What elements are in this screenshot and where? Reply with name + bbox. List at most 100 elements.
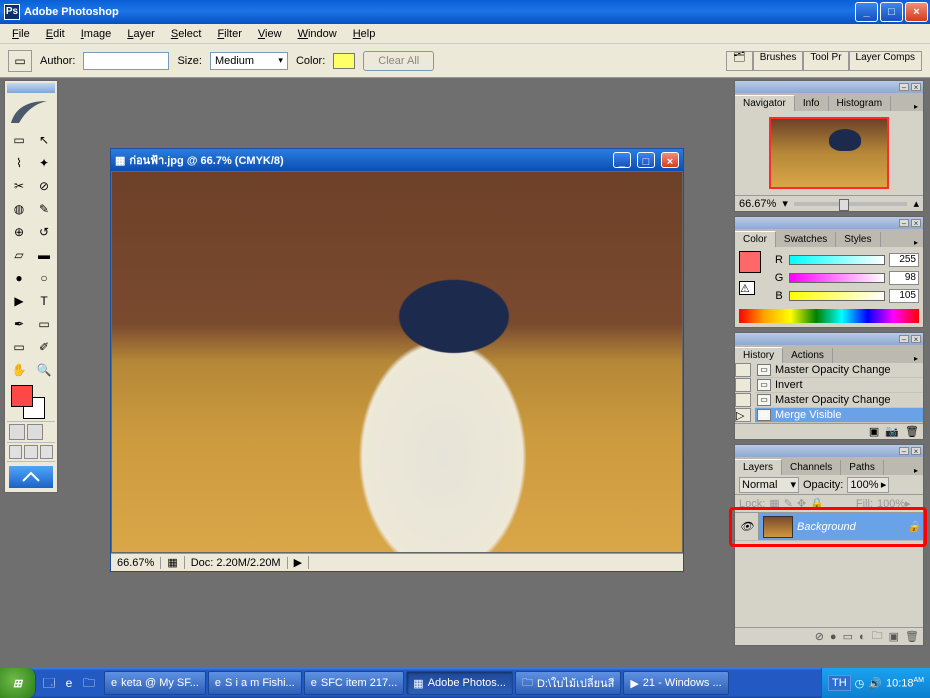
history-brush-source[interactable] xyxy=(735,378,751,392)
layer-name[interactable]: Background xyxy=(797,521,905,533)
menu-edit[interactable]: Edit xyxy=(38,26,73,42)
menu-view[interactable]: View xyxy=(250,26,290,42)
tab-swatches[interactable]: Swatches xyxy=(776,232,836,247)
history-brush-source[interactable] xyxy=(735,363,751,377)
lock-position-icon[interactable]: ✥ xyxy=(797,497,806,510)
panel-close-icon[interactable]: × xyxy=(911,447,921,455)
tab-info[interactable]: Info xyxy=(795,96,829,111)
zoom-out-icon[interactable]: ▾ xyxy=(782,197,788,210)
menu-window[interactable]: Window xyxy=(290,26,345,42)
task-button[interactable]: eS i a m Fishi... xyxy=(208,671,302,695)
panel-header[interactable]: – × xyxy=(735,333,923,345)
move-tool[interactable]: ↖ xyxy=(32,129,56,151)
foreground-color[interactable] xyxy=(11,385,33,407)
task-button[interactable]: ▦Adobe Photos... xyxy=(406,671,513,695)
size-dropdown[interactable]: Medium xyxy=(210,52,288,70)
tab-styles[interactable]: Styles xyxy=(836,232,880,247)
task-button[interactable]: eketa @ My SF... xyxy=(104,671,206,695)
screen-full-icon[interactable] xyxy=(40,445,53,459)
notes-tool-icon[interactable]: ▭ xyxy=(8,50,32,72)
tab-color[interactable]: Color xyxy=(735,231,776,247)
clock[interactable]: 10:18AM xyxy=(886,677,924,690)
marquee-tool[interactable]: ▭ xyxy=(7,129,31,151)
history-item[interactable]: ▭Master Opacity Change xyxy=(755,363,923,378)
pen-tool[interactable]: ✒ xyxy=(7,313,31,335)
palette-tab-brushes[interactable]: Brushes xyxy=(753,51,804,71)
notes-tool[interactable]: ▭ xyxy=(7,336,31,358)
zoom-in-icon[interactable]: ▴ xyxy=(913,197,919,210)
doc-size-info[interactable]: Doc: 2.20M/2.20M xyxy=(185,557,288,569)
ie-icon[interactable]: e xyxy=(60,674,78,692)
tab-history[interactable]: History xyxy=(735,347,783,363)
tray-icon[interactable]: 🔊 xyxy=(868,677,882,690)
menu-select[interactable]: Select xyxy=(163,26,210,42)
b-slider[interactable] xyxy=(789,291,885,301)
gamut-warning-icon[interactable]: ⚠ xyxy=(739,281,755,295)
clone-stamp-tool[interactable]: ⊕ xyxy=(7,221,31,243)
lasso-tool[interactable]: ⌇ xyxy=(7,152,31,174)
lock-transparency-icon[interactable]: ▦ xyxy=(769,497,779,510)
minimize-button[interactable]: _ xyxy=(855,2,878,22)
menu-image[interactable]: Image xyxy=(73,26,120,42)
history-brush-tool[interactable]: ↺ xyxy=(32,221,56,243)
magic-wand-tool[interactable]: ✦ xyxy=(32,152,56,174)
menu-filter[interactable]: Filter xyxy=(209,26,249,42)
layer-style-icon[interactable]: ● xyxy=(830,631,837,643)
hand-tool[interactable]: ✋ xyxy=(7,359,31,381)
panel-close-icon[interactable]: × xyxy=(911,83,921,91)
panel-minimize-icon[interactable]: – xyxy=(899,219,909,227)
tab-histogram[interactable]: Histogram xyxy=(829,96,892,111)
panel-header[interactable]: – × xyxy=(735,217,923,229)
history-item[interactable]: ▭Invert xyxy=(755,378,923,393)
zoom-field[interactable]: 66.67% xyxy=(111,557,161,569)
status-menu-icon[interactable]: ▶ xyxy=(288,556,309,569)
path-selection-tool[interactable]: ▶ xyxy=(7,290,31,312)
status-icon[interactable]: ▦ xyxy=(161,556,184,569)
tab-layers[interactable]: Layers xyxy=(735,459,782,475)
fill-field[interactable]: 100%▸ xyxy=(877,497,919,510)
palette-tab-layer-comps[interactable]: Layer Comps xyxy=(849,51,922,71)
standard-mode-icon[interactable] xyxy=(9,424,25,440)
panel-menu-icon[interactable]: ▸ xyxy=(909,354,923,363)
blur-tool[interactable]: ● xyxy=(7,267,31,289)
screen-standard-icon[interactable] xyxy=(9,445,22,459)
panel-menu-icon[interactable]: ▸ xyxy=(909,102,923,111)
panel-minimize-icon[interactable]: – xyxy=(899,83,909,91)
history-brush-source[interactable]: ▷ xyxy=(735,408,751,422)
panel-close-icon[interactable]: × xyxy=(911,219,921,227)
panel-header[interactable]: – × xyxy=(735,81,923,93)
document-canvas[interactable] xyxy=(111,171,683,553)
history-item[interactable]: ▭Merge Visible xyxy=(755,408,923,423)
history-item[interactable]: ▭Master Opacity Change xyxy=(755,393,923,408)
crop-tool[interactable]: ✂ xyxy=(7,175,31,197)
menu-help[interactable]: Help xyxy=(345,26,384,42)
palette-well-icon[interactable]: 🗂 xyxy=(726,51,753,71)
navigator-thumbnail[interactable] xyxy=(769,117,889,189)
layer-thumbnail[interactable] xyxy=(763,516,793,538)
jump-to-imageready-button[interactable] xyxy=(9,466,53,488)
task-button[interactable]: 🗀D:\ใบไม้เปลี่ยนสี xyxy=(515,671,621,695)
quickmask-mode-icon[interactable] xyxy=(27,424,43,440)
new-document-from-state-icon[interactable]: ▣ xyxy=(869,425,879,438)
task-button[interactable]: ▶21 - Windows ... xyxy=(623,671,728,695)
slice-tool[interactable]: ⊘ xyxy=(32,175,56,197)
doc-maximize-button[interactable]: □ xyxy=(637,152,655,168)
blend-mode-dropdown[interactable]: Normal▾ xyxy=(739,477,799,493)
brush-tool[interactable]: ✎ xyxy=(32,198,56,220)
layer-mask-icon[interactable]: ▭ xyxy=(843,630,853,643)
panel-minimize-icon[interactable]: – xyxy=(899,447,909,455)
color-swatch[interactable] xyxy=(333,53,355,69)
maximize-button[interactable]: □ xyxy=(880,2,903,22)
zoom-tool[interactable]: 🔍 xyxy=(32,359,56,381)
delete-layer-icon[interactable]: 🗑 xyxy=(905,630,919,643)
layer-row[interactable]: 👁 Background 🔒 xyxy=(735,513,923,541)
g-slider[interactable] xyxy=(789,273,885,283)
doc-minimize-button[interactable]: _ xyxy=(613,152,631,168)
palette-tab-tool-presets[interactable]: Tool Pr xyxy=(803,51,848,71)
lock-paint-icon[interactable]: ✎ xyxy=(784,497,793,510)
panel-menu-icon[interactable]: ▸ xyxy=(909,466,923,475)
tab-navigator[interactable]: Navigator xyxy=(735,95,795,111)
close-button[interactable]: × xyxy=(905,2,928,22)
panel-close-icon[interactable]: × xyxy=(911,335,921,343)
color-foreground-swatch[interactable] xyxy=(739,251,761,273)
